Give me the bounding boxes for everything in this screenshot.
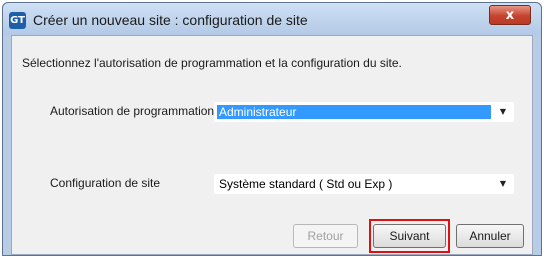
site-config-label: Configuration de site (50, 176, 161, 190)
authorization-label: Autorisation de programmation (50, 104, 215, 118)
site-config-dropdown[interactable]: Système standard ( Std ou Exp ) ▼ (214, 174, 514, 194)
authorization-value: Administrateur (217, 105, 491, 119)
chevron-down-icon[interactable]: ▼ (497, 106, 509, 118)
close-button[interactable]: x (489, 5, 531, 25)
chevron-down-icon[interactable]: ▼ (497, 178, 509, 190)
app-logo-icon: GT (9, 12, 26, 29)
cancel-button[interactable]: Annuler (456, 224, 524, 248)
dialog-window: GT Créer un nouveau site : configuration… (2, 2, 542, 256)
title-bar[interactable]: GT Créer un nouveau site : configuration… (3, 3, 541, 35)
dialog-content: Sélectionnez l'autorisation de programma… (11, 35, 533, 255)
next-button[interactable]: Suivant (373, 224, 446, 248)
instruction-text: Sélectionnez l'autorisation de programma… (22, 56, 402, 70)
back-button[interactable]: Retour (293, 224, 358, 248)
window-title: Créer un nouveau site : configuration de… (33, 12, 308, 28)
site-config-value: Système standard ( Std ou Exp ) (219, 177, 393, 191)
authorization-dropdown[interactable]: Administrateur ▼ (214, 102, 514, 122)
